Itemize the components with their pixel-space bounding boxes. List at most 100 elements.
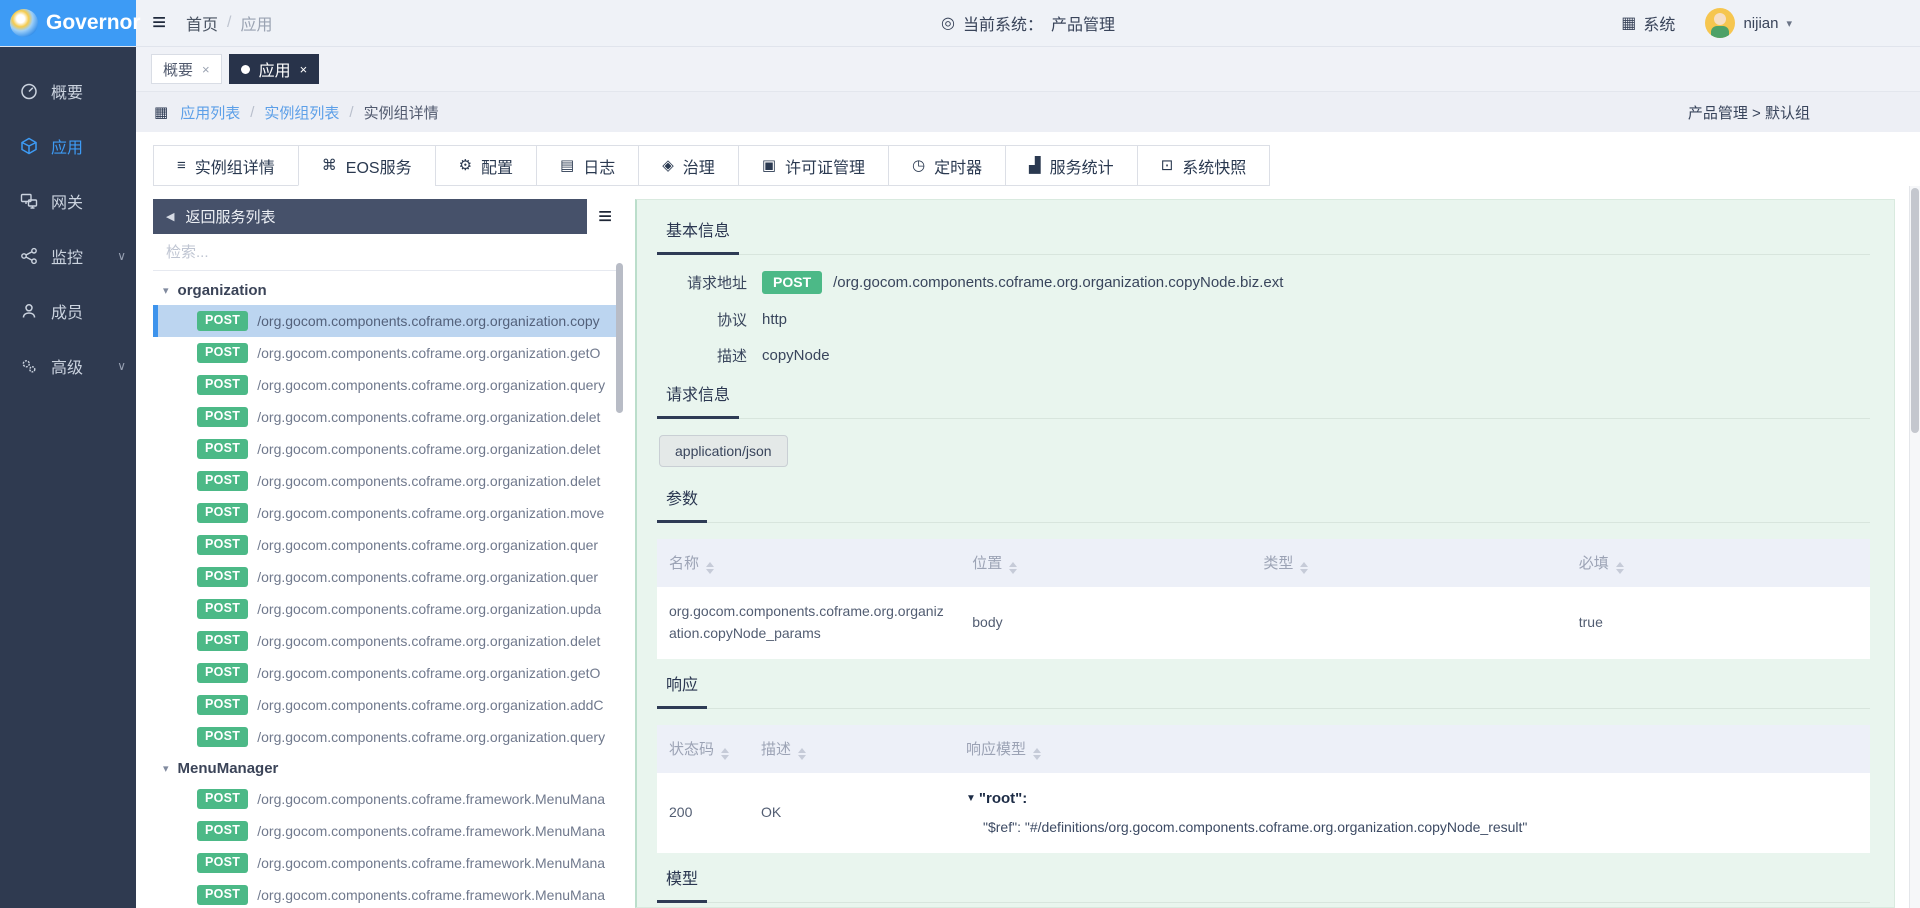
tree-group-organization[interactable]: ▾ organization [153,275,623,305]
col-status[interactable]: 状态码 [657,725,749,773]
window-scrollbar-thumb[interactable] [1911,188,1919,433]
tab-timer[interactable]: ◷ 定时器 [888,145,1006,186]
tab-label: 配置 [481,154,513,178]
breadcrumb-home[interactable]: 首页 [186,11,218,35]
sidebar-item-applications[interactable]: 应用 [0,118,136,173]
col-name[interactable]: 名称 [657,539,960,587]
close-icon[interactable]: × [300,62,308,77]
tree-group-menumanager[interactable]: ▾ MenuManager [153,753,623,783]
service-list-item[interactable]: POST /org.gocom.components.coframe.org.o… [153,433,623,465]
tab-label: 许可证管理 [785,154,865,178]
group-label: organization [178,282,267,299]
list-scrollbar-thumb[interactable] [616,263,623,413]
close-icon[interactable]: × [202,62,210,77]
current-system-indicator: ◎ 当前系统： 产品管理 [941,11,1115,35]
sort-icon [1033,748,1041,760]
breadcrumb-app-list[interactable]: 应用列表 [180,102,240,123]
service-list-item[interactable]: POST /org.gocom.components.coframe.frame… [153,815,623,847]
service-list-item[interactable]: POST /org.gocom.components.coframe.org.o… [153,337,623,369]
tab-label: 概要 [163,59,193,80]
tab-license-management[interactable]: ▣ 许可证管理 [738,145,889,186]
col-response-model[interactable]: 响应模型 [954,725,1870,773]
sidebar-item-label: 成员 [51,299,83,323]
breadcrumb-separator: / [349,104,353,121]
tab-system-snapshot[interactable]: ⊡ 系统快照 [1137,145,1271,186]
service-list-item[interactable]: POST /org.gocom.components.coframe.org.o… [153,561,623,593]
col-required[interactable]: 必填 [1567,539,1870,587]
sidebar-item-gateway[interactable]: 网关 [0,173,136,228]
open-tabs-bar: 概要 × 应用 × [136,47,1920,92]
method-badge: POST [197,471,248,491]
service-list-item[interactable]: POST /org.gocom.components.coframe.org.o… [153,721,623,753]
grid-icon: ▦ [154,103,168,121]
window-scrollbar[interactable] [1909,186,1920,908]
service-list-item[interactable]: POST /org.gocom.components.coframe.org.o… [153,497,623,529]
service-path: /org.gocom.components.coframe.org.organi… [257,601,617,617]
dashboard-icon [20,82,38,100]
service-list-item[interactable]: POST /org.gocom.components.coframe.org.o… [153,625,623,657]
sidebar: 概要 应用 网关 监控 ∨ 成员 高级 ∨ [0,47,136,908]
method-badge: POST [197,343,248,363]
sidebar-item-overview[interactable]: 概要 [0,63,136,118]
method-badge: POST [197,375,248,395]
service-path: /org.gocom.components.coframe.org.organi… [257,569,617,585]
response-table-header: 状态码 描述 响应模型 [657,725,1870,773]
tab-logs[interactable]: ▤ 日志 [536,145,639,186]
tab-overview[interactable]: 概要 × [151,54,222,84]
section-model: 模型 [657,865,707,903]
response-model-cell: ▼ "root": "$ref": "#/definitions/org.goc… [954,773,1870,853]
section-basic-info: 基本信息 [657,217,739,255]
service-path: /org.gocom.components.coframe.org.organi… [257,441,617,457]
tab-service-stats[interactable]: ▟ 服务统计 [1005,145,1138,186]
service-path: /org.gocom.components.coframe.org.organi… [257,313,617,329]
method-badge: POST [197,695,248,715]
tab-instance-group-detail[interactable]: ≡ 实例组详情 [153,145,299,186]
content-type-button[interactable]: application/json [659,435,788,467]
service-list-item[interactable]: POST /org.gocom.components.coframe.org.o… [153,689,623,721]
service-path: /org.gocom.components.coframe.org.organi… [257,729,617,745]
eos-icon: ⌘ [322,158,337,173]
sidebar-item-members[interactable]: 成员 [0,283,136,338]
method-badge: POST [197,631,248,651]
collapse-caret-icon[interactable]: ▼ [966,791,976,807]
tab-applications[interactable]: 应用 × [229,54,320,84]
tab-governance[interactable]: ◈ 治理 [638,145,739,186]
system-menu-button[interactable]: ▦ 系统 [1621,11,1675,35]
detail-tabs-toolbar: ≡ 实例组详情 ⌘ EOS服务 ⚙ 配置 ▤ 日志 ◈ 治理 ▣ 许可证管理 [136,132,1920,186]
sidebar-item-advanced[interactable]: 高级 ∨ [0,338,136,393]
service-list-item[interactable]: POST /org.gocom.components.coframe.org.o… [153,657,623,689]
user-menu-button[interactable]: nijian ▾ [1705,8,1792,38]
sidebar-item-monitoring[interactable]: 监控 ∨ [0,228,136,283]
col-type[interactable]: 类型 [1251,539,1566,587]
table-row: org.gocom.components.coframe.org.organiz… [657,587,1870,658]
service-list-item[interactable]: POST /org.gocom.components.coframe.frame… [153,847,623,879]
service-list-item[interactable]: POST /org.gocom.components.coframe.org.o… [153,369,623,401]
current-system-value: 产品管理 [1051,11,1115,35]
service-path: /org.gocom.components.coframe.org.organi… [257,473,617,489]
service-list-item[interactable]: POST /org.gocom.components.coframe.frame… [153,879,623,908]
sidebar-item-label: 应用 [51,134,83,158]
sidebar-collapse-icon[interactable]: ≡ [152,11,166,35]
col-desc[interactable]: 描述 [749,725,954,773]
method-badge: POST [197,663,248,683]
breadcrumb-section[interactable]: 应用 [240,11,272,35]
sort-icon [1616,562,1624,574]
response-status: 200 [657,773,749,853]
service-list-item[interactable]: POST /org.gocom.components.coframe.org.o… [153,465,623,497]
breadcrumb-instance-group-list[interactable]: 实例组列表 [264,102,339,123]
service-list-item[interactable]: POST /org.gocom.components.coframe.org.o… [153,593,623,625]
tab-config[interactable]: ⚙ 配置 [435,145,537,186]
service-path: /org.gocom.components.coframe.framework.… [257,823,617,839]
search-input[interactable] [166,244,610,261]
service-list-item[interactable]: POST /org.gocom.components.coframe.org.o… [153,401,623,433]
tab-eos-services[interactable]: ⌘ EOS服务 [298,145,436,186]
col-location[interactable]: 位置 [960,539,1251,587]
service-list-item[interactable]: POST /org.gocom.components.coframe.org.o… [153,305,623,337]
back-to-service-list-button[interactable]: ◀ 返回服务列表 [153,199,587,234]
service-path: /org.gocom.components.coframe.org.organi… [257,409,617,425]
service-path: /org.gocom.components.coframe.framework.… [257,855,617,871]
service-list-item[interactable]: POST /org.gocom.components.coframe.org.o… [153,529,623,561]
service-detail-panel: 基本信息 请求地址 POST /org.gocom.components.cof… [635,199,1895,908]
panel-toggle-icon[interactable]: ≡ [587,199,623,234]
service-list-item[interactable]: POST /org.gocom.components.coframe.frame… [153,783,623,815]
